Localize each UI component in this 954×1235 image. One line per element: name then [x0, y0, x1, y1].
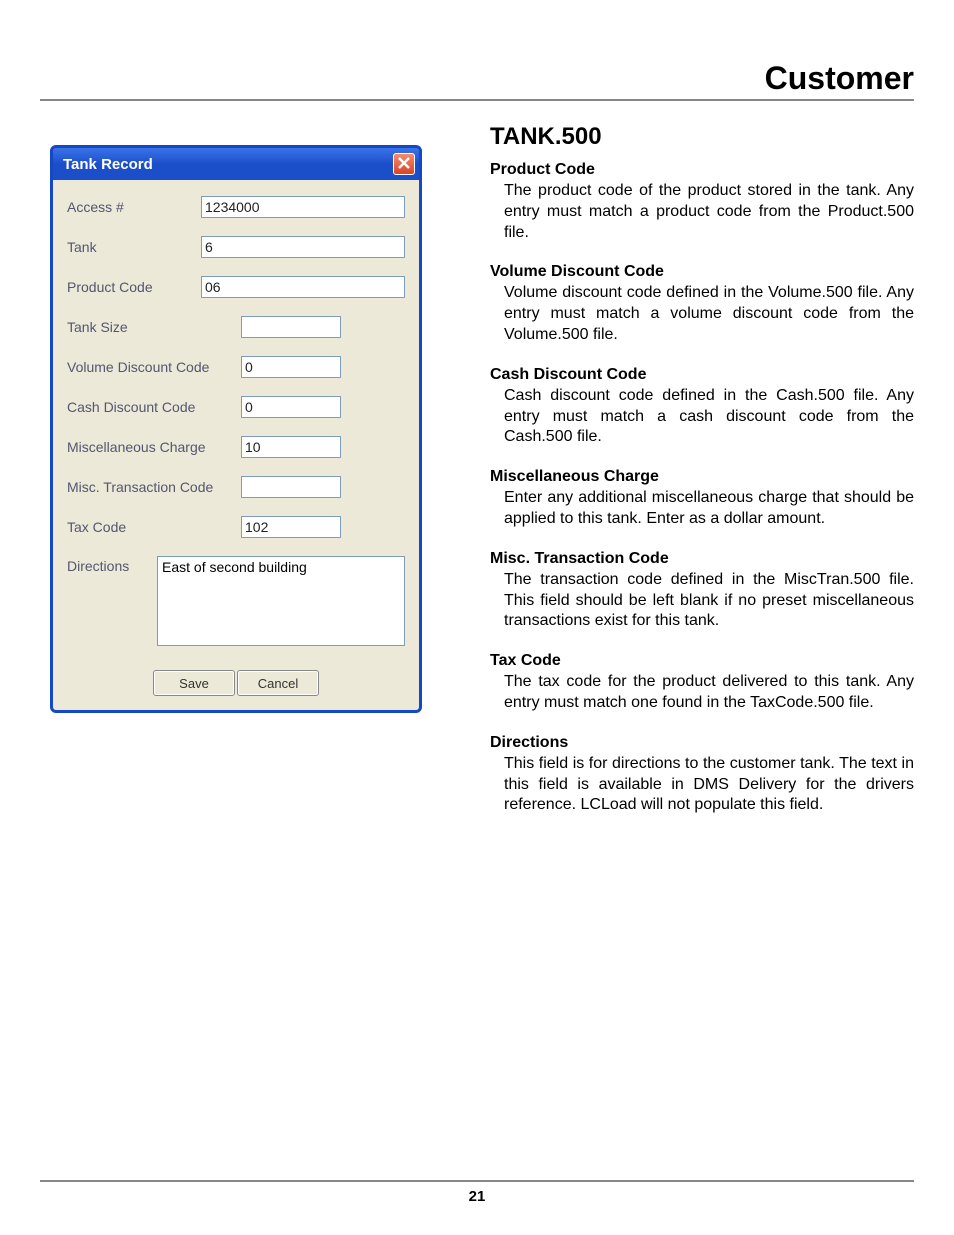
tank-label: Tank: [67, 239, 201, 255]
misc-charge-input[interactable]: [241, 436, 341, 458]
dialog-title: Tank Record: [63, 156, 153, 173]
volume-discount-input[interactable]: [241, 356, 341, 378]
misc-charge-label: Miscellaneous Charge: [67, 439, 241, 455]
doc-body: Enter any additional miscellaneous charg…: [504, 488, 914, 530]
doc-heading: Directions: [490, 734, 914, 752]
dialog-titlebar: Tank Record: [53, 148, 419, 180]
tax-code-label: Tax Code: [67, 519, 241, 535]
misc-txn-label: Misc. Transaction Code: [67, 479, 241, 495]
access-input[interactable]: [201, 196, 405, 218]
doc-body: Volume discount code defined in the Volu…: [504, 283, 914, 345]
doc-heading: Cash Discount Code: [490, 366, 914, 384]
tank-input[interactable]: [201, 236, 405, 258]
directions-label: Directions: [67, 556, 157, 574]
directions-input[interactable]: [157, 556, 405, 646]
documentation-column: TANK.500 Product Code The product code o…: [490, 123, 914, 836]
product-code-input[interactable]: [201, 276, 405, 298]
cash-discount-label: Cash Discount Code: [67, 399, 241, 415]
doc-heading: Tax Code: [490, 652, 914, 670]
volume-discount-label: Volume Discount Code: [67, 359, 241, 375]
tank-size-input[interactable]: [241, 316, 341, 338]
section-title: TANK.500: [490, 123, 914, 151]
doc-body: The tax code for the product delivered t…: [504, 672, 914, 714]
tax-code-input[interactable]: [241, 516, 341, 538]
access-label: Access #: [67, 199, 201, 215]
doc-body: This field is for directions to the cust…: [504, 754, 914, 816]
doc-body: The product code of the product stored i…: [504, 181, 914, 243]
product-code-label: Product Code: [67, 279, 201, 295]
page-footer: 21: [40, 1180, 914, 1205]
doc-heading: Misc. Transaction Code: [490, 550, 914, 568]
cancel-button[interactable]: Cancel: [237, 670, 319, 696]
misc-txn-input[interactable]: [241, 476, 341, 498]
page-header: Customer: [40, 60, 914, 101]
cash-discount-input[interactable]: [241, 396, 341, 418]
page-number: 21: [469, 1188, 486, 1205]
doc-heading: Product Code: [490, 161, 914, 179]
close-icon: [398, 156, 410, 173]
doc-heading: Volume Discount Code: [490, 263, 914, 281]
doc-heading: Miscellaneous Charge: [490, 468, 914, 486]
doc-body: The transaction code defined in the Misc…: [504, 570, 914, 632]
dialog-body: Access # Tank Product Code Tank Size: [53, 180, 419, 710]
tank-record-dialog: Tank Record Access # Tank: [50, 145, 422, 713]
close-button[interactable]: [393, 153, 415, 175]
page-title: Customer: [40, 60, 914, 97]
save-button[interactable]: Save: [153, 670, 235, 696]
tank-size-label: Tank Size: [67, 319, 241, 335]
doc-body: Cash discount code defined in the Cash.5…: [504, 386, 914, 448]
